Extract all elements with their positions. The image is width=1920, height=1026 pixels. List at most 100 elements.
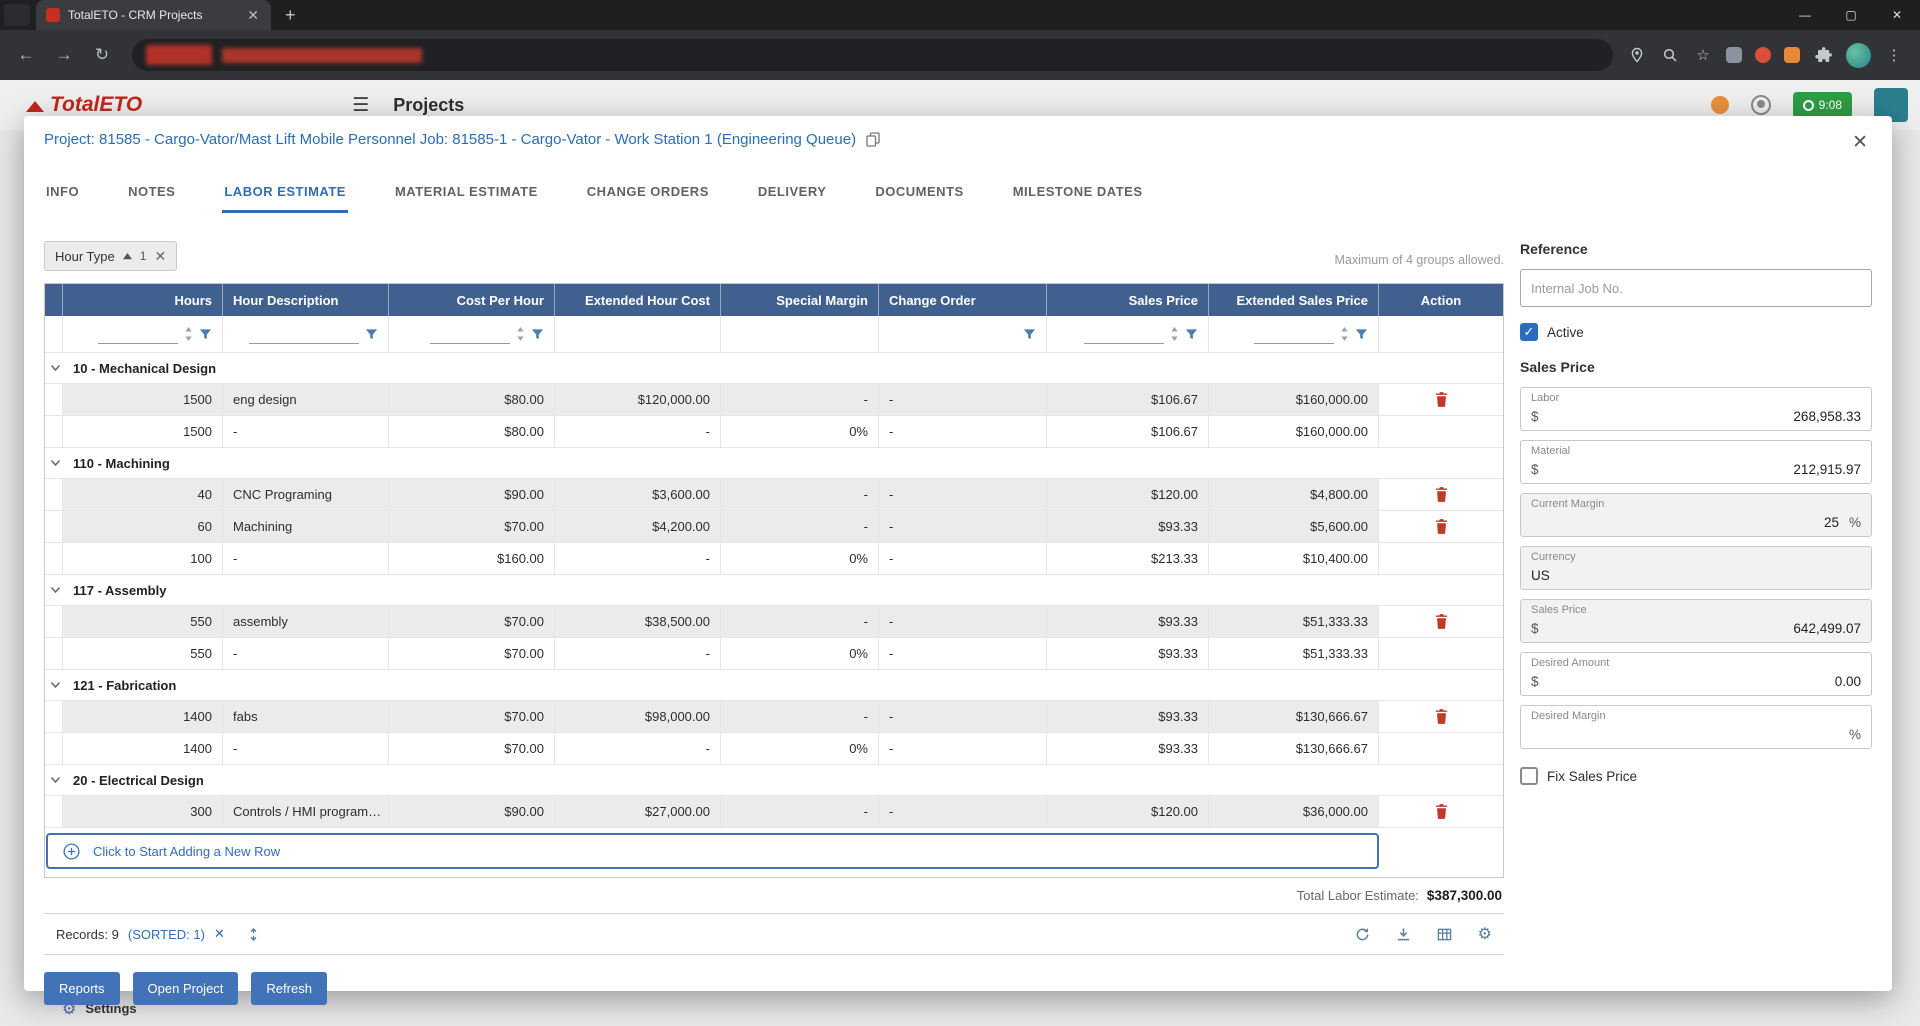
- filter-input-description[interactable]: [249, 325, 359, 344]
- col-header-cost-per-hour[interactable]: Cost Per Hour: [389, 284, 555, 316]
- col-header-change-order[interactable]: Change Order: [879, 284, 1047, 316]
- collapse-chevron-icon[interactable]: [45, 353, 65, 384]
- grid-settings-icon[interactable]: ⚙: [1478, 924, 1492, 944]
- delete-row-icon[interactable]: [1435, 392, 1448, 407]
- timer-button[interactable]: 9:08: [1793, 92, 1852, 118]
- field-value[interactable]: 642,499.07: [1545, 621, 1861, 636]
- cell-sales[interactable]: $93.33: [1047, 606, 1209, 638]
- cell-margin[interactable]: -: [721, 796, 879, 828]
- tab-close-icon[interactable]: ✕: [245, 7, 261, 24]
- cell-hours[interactable]: 1500: [63, 384, 223, 416]
- download-icon[interactable]: [1396, 927, 1411, 942]
- cell-desc[interactable]: fabs: [223, 701, 389, 733]
- filter-input-hours[interactable]: [98, 325, 178, 344]
- fix-sales-price-checkbox[interactable]: [1520, 767, 1538, 785]
- cell-cost[interactable]: $80.00: [389, 384, 555, 416]
- field-value[interactable]: 268,958.33: [1545, 409, 1861, 424]
- extension-icon[interactable]: [1726, 47, 1742, 63]
- field-labor[interactable]: Labor$268,958.33: [1520, 387, 1872, 431]
- tab-change-orders[interactable]: CHANGE ORDERS: [585, 176, 711, 213]
- active-checkbox[interactable]: ✓: [1520, 323, 1538, 341]
- cell-extSales[interactable]: $51,333.33: [1209, 606, 1379, 638]
- col-header-hours[interactable]: Hours: [63, 284, 223, 316]
- column-chooser-icon[interactable]: [1437, 927, 1452, 942]
- forward-button[interactable]: →: [48, 39, 80, 71]
- col-header-extended-hour-cost[interactable]: Extended Hour Cost: [555, 284, 721, 316]
- tab-delivery[interactable]: DELIVERY: [756, 176, 829, 213]
- tab-labor-estimate[interactable]: LABOR ESTIMATE: [222, 176, 348, 213]
- cell-extSales[interactable]: $130,666.67: [1209, 701, 1379, 733]
- refresh-grid-icon[interactable]: [1355, 927, 1370, 942]
- filter-funnel-icon[interactable]: [1023, 328, 1036, 341]
- field-currency[interactable]: CurrencyUS: [1520, 546, 1872, 590]
- field-desired-amount[interactable]: Desired Amount$0.00: [1520, 652, 1872, 696]
- open-project-button[interactable]: Open Project: [133, 972, 239, 1005]
- cell-ext[interactable]: $38,500.00: [555, 606, 721, 638]
- bookmark-star-icon[interactable]: ☆: [1693, 45, 1713, 65]
- tab-documents[interactable]: DOCUMENTS: [873, 176, 965, 213]
- tab-material-estimate[interactable]: MATERIAL ESTIMATE: [393, 176, 540, 213]
- cell-co[interactable]: -: [879, 606, 1047, 638]
- cell-desc[interactable]: eng design: [223, 384, 389, 416]
- remove-group-icon[interactable]: ✕: [154, 248, 166, 265]
- cell-sales[interactable]: $120.00: [1047, 479, 1209, 511]
- group-header-row[interactable]: 10 - Mechanical Design: [45, 353, 1503, 384]
- collapse-chevron-icon[interactable]: [45, 765, 65, 796]
- filter-funnel-icon[interactable]: [1355, 328, 1368, 341]
- location-pin-icon[interactable]: [1627, 45, 1647, 65]
- field-value[interactable]: US: [1531, 568, 1861, 583]
- cell-margin[interactable]: -: [721, 384, 879, 416]
- window-maximize-button[interactable]: ▢: [1828, 0, 1874, 30]
- filter-input-sales-price[interactable]: [1084, 325, 1164, 344]
- tab-notes[interactable]: NOTES: [126, 176, 177, 213]
- tab-milestone-dates[interactable]: MILESTONE DATES: [1011, 176, 1145, 213]
- cell-co[interactable]: -: [879, 796, 1047, 828]
- cell-sales[interactable]: $93.33: [1047, 701, 1209, 733]
- col-header-hour-description[interactable]: Hour Description: [223, 284, 389, 316]
- filter-funnel-icon[interactable]: [199, 328, 212, 341]
- fix-sales-price-row[interactable]: Fix Sales Price: [1520, 767, 1872, 785]
- cell-cost[interactable]: $90.00: [389, 479, 555, 511]
- cell-ext[interactable]: $27,000.00: [555, 796, 721, 828]
- extension-icon[interactable]: [1755, 47, 1771, 63]
- group-header-row[interactable]: 121 - Fabrication: [45, 670, 1503, 701]
- cell-margin[interactable]: -: [721, 511, 879, 543]
- delete-row-icon[interactable]: [1435, 487, 1448, 502]
- field-value[interactable]: 212,915.97: [1545, 462, 1861, 477]
- cell-cost[interactable]: $70.00: [389, 701, 555, 733]
- field-value[interactable]: 0.00: [1545, 674, 1861, 689]
- collapse-chevron-icon[interactable]: [45, 575, 65, 606]
- internal-job-no-input[interactable]: [1520, 269, 1872, 307]
- project-title-link[interactable]: Project: 81585 - Cargo-Vator/Mast Lift M…: [44, 131, 856, 148]
- delete-row-icon[interactable]: [1435, 519, 1448, 534]
- field-material[interactable]: Material$212,915.97: [1520, 440, 1872, 484]
- field-current-margin[interactable]: Current Margin25%: [1520, 493, 1872, 537]
- cell-extSales[interactable]: $5,600.00: [1209, 511, 1379, 543]
- active-checkbox-row[interactable]: ✓ Active: [1520, 323, 1872, 341]
- cell-cost[interactable]: $90.00: [389, 796, 555, 828]
- cell-hours[interactable]: 40: [63, 479, 223, 511]
- add-new-row-button[interactable]: Click to Start Adding a New Row: [46, 833, 1379, 869]
- field-sales-price[interactable]: Sales Price$642,499.07: [1520, 599, 1872, 643]
- cell-extSales[interactable]: $160,000.00: [1209, 384, 1379, 416]
- col-header-special-margin[interactable]: Special Margin: [721, 284, 879, 316]
- cell-hours[interactable]: 300: [63, 796, 223, 828]
- collapse-chevron-icon[interactable]: [45, 448, 65, 479]
- refresh-button[interactable]: Refresh: [251, 972, 327, 1005]
- cell-ext[interactable]: $3,600.00: [555, 479, 721, 511]
- browser-profile-avatar[interactable]: [1846, 43, 1871, 68]
- notifications-icon[interactable]: [1711, 96, 1729, 114]
- group-header-row[interactable]: 117 - Assembly: [45, 575, 1503, 606]
- group-header-row[interactable]: 20 - Electrical Design: [45, 765, 1503, 796]
- zoom-icon[interactable]: [1660, 45, 1680, 65]
- reload-button[interactable]: ↻: [86, 39, 118, 71]
- field-desired-margin[interactable]: Desired Margin%: [1520, 705, 1872, 749]
- tab-info[interactable]: INFO: [44, 176, 81, 213]
- col-header-extended-sales-price[interactable]: Extended Sales Price: [1209, 284, 1379, 316]
- dialog-close-icon[interactable]: ✕: [1848, 131, 1872, 154]
- cell-hours[interactable]: 550: [63, 606, 223, 638]
- group-header-row[interactable]: 110 - Machining: [45, 448, 1503, 479]
- sort-spinner-icon[interactable]: [1340, 327, 1349, 341]
- filter-input-extended-sales[interactable]: [1254, 325, 1334, 344]
- cell-sales[interactable]: $106.67: [1047, 384, 1209, 416]
